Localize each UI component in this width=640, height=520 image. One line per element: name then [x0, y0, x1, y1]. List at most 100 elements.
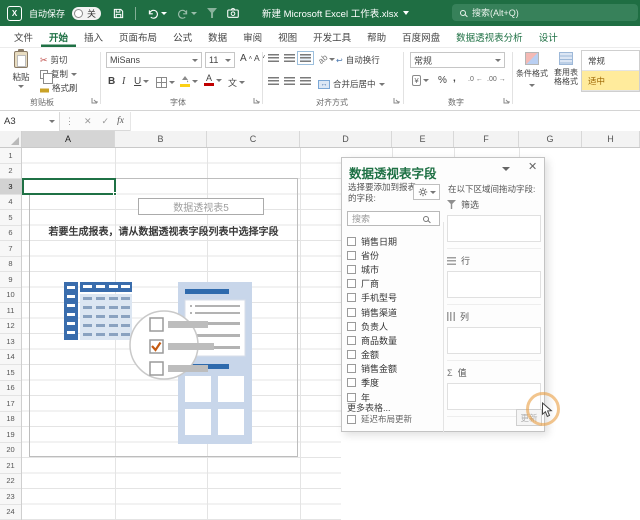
font-color-button[interactable]: A [204, 74, 222, 86]
bottom-align-button[interactable] [300, 54, 311, 62]
font-dialog-launcher-icon[interactable] [253, 97, 260, 104]
comma-format-button[interactable]: , [453, 73, 456, 84]
ribbon-tab[interactable]: 数据透视表分析 [448, 26, 531, 47]
filter-icon[interactable] [207, 8, 217, 18]
row-header[interactable]: 3 [0, 179, 21, 195]
fill-color-button[interactable] [180, 75, 198, 87]
camera-icon[interactable] [227, 8, 239, 18]
row-header[interactable]: 10 [0, 288, 21, 304]
column-header[interactable]: D [300, 131, 392, 147]
formula-input[interactable] [130, 112, 640, 131]
row-header[interactable]: 4 [0, 195, 21, 211]
ribbon-tab[interactable]: 开发工具 [305, 26, 359, 47]
document-title[interactable]: 新建 Microsoft Excel 工作表.xlsx [262, 6, 398, 20]
bold-button[interactable]: B [108, 76, 115, 87]
ribbon-tab[interactable]: 视图 [270, 26, 305, 47]
field-checkbox[interactable] [347, 237, 356, 246]
column-header[interactable]: H [582, 131, 640, 147]
autosave-toggle[interactable]: 关 [72, 7, 101, 20]
field-checkbox[interactable] [347, 308, 356, 317]
column-header[interactable]: F [454, 131, 519, 147]
insert-function-icon[interactable]: fx [117, 116, 124, 126]
cell-style-option[interactable]: 常规 [582, 51, 639, 71]
tools-button[interactable] [413, 184, 440, 200]
ribbon-tab[interactable]: 数据 [200, 26, 235, 47]
row-header[interactable]: 24 [0, 505, 21, 520]
cancel-icon[interactable]: ✕ [84, 116, 92, 127]
enter-icon[interactable]: ✓ [102, 116, 110, 127]
currency-format-button[interactable]: ¥ [412, 75, 429, 86]
percent-format-button[interactable]: % [438, 75, 447, 86]
middle-align-button[interactable] [284, 54, 295, 62]
field-checkbox[interactable] [347, 251, 356, 260]
ribbon-tab[interactable]: 插入 [76, 26, 111, 47]
ribbon-tab[interactable]: 百度网盘 [394, 26, 448, 47]
borders-button[interactable] [156, 77, 175, 88]
row-header[interactable]: 23 [0, 489, 21, 505]
row-header[interactable]: 1 [0, 148, 21, 164]
empty-sheet-area[interactable] [341, 432, 545, 520]
italic-button[interactable]: I [122, 76, 125, 87]
field-item[interactable]: 金额 [347, 348, 441, 362]
cell-style-option[interactable]: 适中 [582, 71, 639, 91]
clipboard-dialog-launcher-icon[interactable] [91, 97, 98, 104]
fill-handle[interactable] [113, 192, 117, 196]
field-checkbox[interactable] [347, 265, 356, 274]
area-drop-zone[interactable] [447, 271, 541, 298]
ribbon-tab[interactable]: 审阅 [235, 26, 270, 47]
column-header[interactable]: G [519, 131, 582, 147]
row-header[interactable]: 15 [0, 365, 21, 381]
row-header[interactable]: 19 [0, 427, 21, 443]
close-icon[interactable]: ✕ [528, 160, 537, 173]
row-header[interactable]: 9 [0, 272, 21, 288]
grow-font-button[interactable]: A˄ [240, 53, 252, 64]
underline-button[interactable]: U [134, 76, 149, 87]
field-item[interactable]: 销售金额 [347, 362, 441, 376]
row-header[interactable]: 21 [0, 458, 21, 474]
row-header[interactable]: 14 [0, 350, 21, 366]
field-item[interactable]: 销售日期 [347, 234, 441, 248]
field-item[interactable]: 手机型号 [347, 291, 441, 305]
chevron-down-icon[interactable] [403, 11, 409, 15]
format-as-table-button[interactable]: 套用表格格式 [551, 52, 581, 86]
row-header[interactable]: 12 [0, 319, 21, 335]
align-center-button[interactable] [284, 77, 295, 85]
number-format-combobox[interactable]: 常规 [410, 52, 505, 68]
wrap-text-button[interactable]: ↩ 自动换行 [336, 54, 380, 66]
field-item[interactable]: 负责人 [347, 319, 441, 333]
area-drop-zone[interactable] [447, 215, 541, 242]
field-checkbox[interactable] [347, 322, 356, 331]
area-drop-zone[interactable] [447, 327, 541, 354]
merge-center-button[interactable]: ↔ 合并后居中 [318, 78, 385, 90]
field-item[interactable]: 商品数量 [347, 333, 441, 347]
copy-button[interactable]: 复制 [40, 68, 77, 80]
conditional-formatting-button[interactable]: 条件格式 [516, 52, 548, 89]
field-item[interactable]: 城市 [347, 262, 441, 276]
row-header[interactable]: 16 [0, 381, 21, 397]
column-header[interactable]: C [207, 131, 300, 147]
phonetic-guide-button[interactable]: 文 [228, 76, 245, 89]
select-all-corner[interactable] [0, 131, 22, 147]
font-name-combobox[interactable]: MiSans [106, 52, 202, 68]
field-checkbox[interactable] [347, 350, 356, 359]
ribbon-tab[interactable]: 开始 [41, 26, 76, 47]
paste-button[interactable]: 粘贴 [6, 51, 36, 97]
field-checkbox[interactable] [347, 378, 356, 387]
defer-layout-checkbox[interactable] [347, 415, 356, 424]
decrease-decimal-button[interactable]: .00→ [487, 76, 506, 83]
row-header[interactable]: 8 [0, 257, 21, 273]
undo-icon[interactable] [147, 8, 167, 19]
row-header[interactable]: 5 [0, 210, 21, 226]
increase-decimal-button[interactable]: .0← [468, 76, 483, 83]
ribbon-tab[interactable]: 页面布局 [111, 26, 165, 47]
top-align-button[interactable] [268, 54, 279, 62]
row-header[interactable]: 22 [0, 474, 21, 490]
align-left-button[interactable] [268, 77, 279, 85]
ribbon-tab[interactable]: 公式 [165, 26, 200, 47]
align-right-button[interactable] [300, 77, 311, 85]
row-header[interactable]: 20 [0, 443, 21, 459]
ribbon-tab[interactable]: 设计 [531, 26, 566, 47]
save-icon[interactable] [113, 8, 124, 19]
field-checkbox[interactable] [347, 336, 356, 345]
field-checkbox[interactable] [347, 364, 356, 373]
